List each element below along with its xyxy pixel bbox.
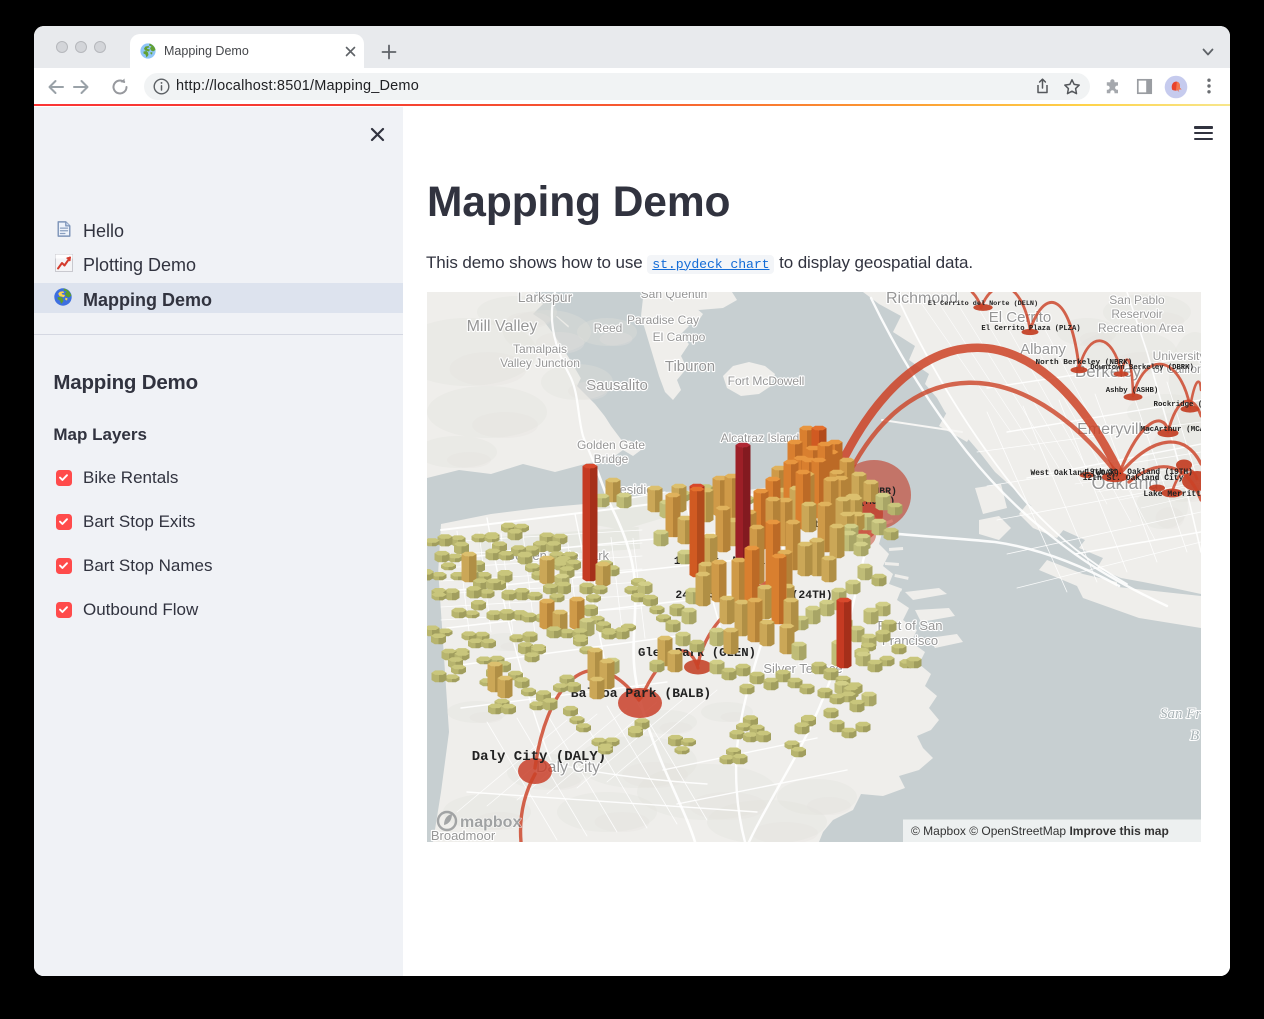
svg-text:Daly City (DALY): Daly City (DALY) (472, 749, 606, 765)
svg-text:Sausalito: Sausalito (586, 377, 648, 394)
svg-text:Albany: Albany (1020, 341, 1066, 358)
svg-text:University: University (1153, 349, 1201, 363)
svg-text:Tamalpais: Tamalpais (513, 342, 567, 356)
svg-text:Recreation Area: Recreation Area (1098, 321, 1184, 335)
svg-text:Golden Gate: Golden Gate (577, 438, 645, 452)
svg-text:Downtown Berkeley (DBRK): Downtown Berkeley (DBRK) (1090, 364, 1194, 372)
svg-text:mapbox: mapbox (460, 814, 521, 831)
svg-text:San Fr: San Fr (1160, 706, 1201, 722)
svg-text:Rockridge (ROCK): Rockridge (ROCK) (1154, 401, 1201, 409)
svg-text:Lake Merritt (LAKE): Lake Merritt (LAKE) (1143, 490, 1201, 499)
svg-text:Valley Junction: Valley Junction (500, 356, 580, 370)
svg-text:El Campo: El Campo (653, 330, 706, 344)
svg-text:MacArthur (MCAR): MacArthur (MCAR) (1141, 426, 1201, 434)
svg-text:Bridge: Bridge (594, 452, 629, 466)
svg-text:Reservoir: Reservoir (1111, 307, 1162, 321)
svg-text:San Pablo: San Pablo (1109, 293, 1165, 307)
svg-text:Larkspur: Larkspur (518, 292, 573, 305)
svg-text:B: B (1190, 728, 1199, 744)
svg-text:Mill Valley: Mill Valley (467, 318, 538, 335)
svg-text:Fort McDowell: Fort McDowell (728, 374, 805, 388)
svg-text:Reed: Reed (594, 321, 623, 335)
svg-text:El Cerrito del Norte (DELN): El Cerrito del Norte (DELN) (928, 300, 1038, 308)
svg-text:Tiburon: Tiburon (665, 358, 715, 375)
svg-text:El Cerrito: El Cerrito (989, 309, 1052, 326)
svg-text:© Mapbox © OpenStreetMap Impro: © Mapbox © OpenStreetMap Improve this ma… (911, 824, 1169, 838)
svg-text:San Quentin: San Quentin (641, 292, 708, 301)
svg-text:El Cerrito Plaza (PLZA): El Cerrito Plaza (PLZA) (981, 325, 1080, 333)
svg-text:Paradise Cay: Paradise Cay (627, 313, 699, 327)
svg-text:12th St. Oakland City: 12th St. Oakland City (1083, 474, 1184, 483)
svg-text:Ashby (ASHB): Ashby (ASHB) (1106, 387, 1159, 395)
